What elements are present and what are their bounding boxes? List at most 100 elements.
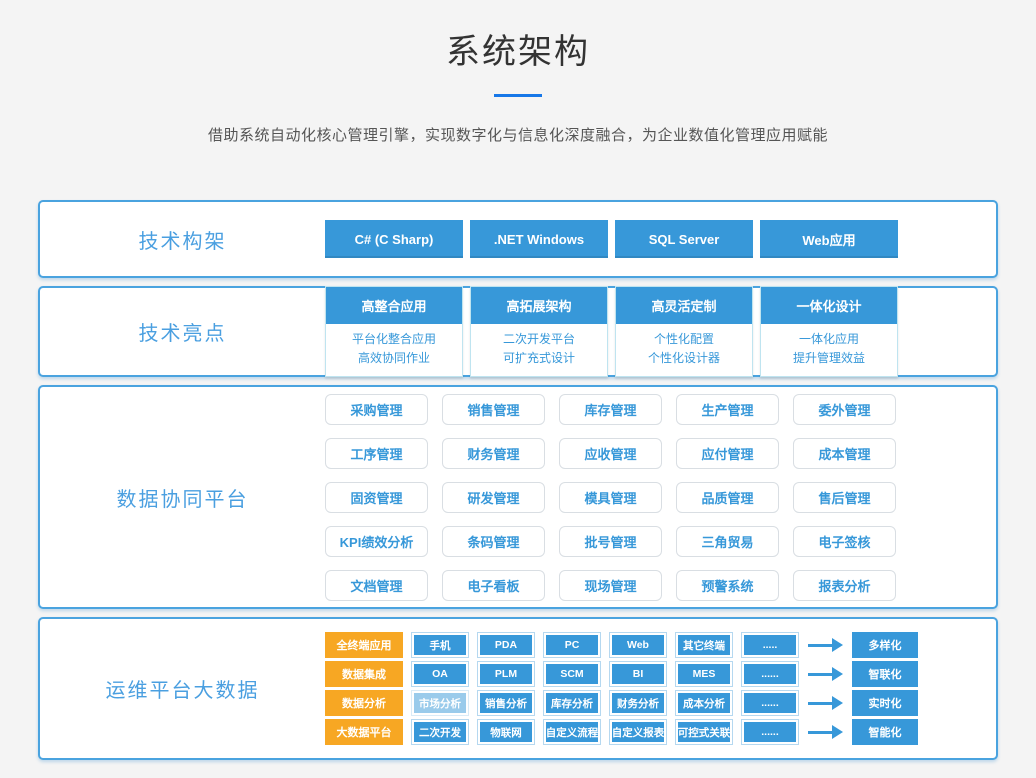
highlight-card-title: 高整合应用: [326, 287, 462, 324]
flow-node-label: PC: [546, 635, 598, 655]
flow-node: 市场分析: [411, 690, 469, 716]
highlight-card: 高拓展架构 二次开发平台 可扩充式设计: [470, 286, 608, 377]
module-button[interactable]: 应付管理: [676, 438, 779, 469]
module-button[interactable]: 委外管理: [793, 394, 896, 425]
flow-node: 财务分析: [609, 690, 667, 716]
tech-stack-buttons: C# (C Sharp) .NET Windows SQL Server Web…: [325, 220, 898, 258]
flow-row-platform: 大数据平台 二次开发 物联网 自定义流程 自定义报表 可控式关联 ...... …: [325, 719, 918, 745]
flow-node: 物联网: [477, 719, 535, 745]
flow-node-label: PLM: [480, 664, 532, 684]
grid-row: 采购管理 销售管理 库存管理 生产管理 委外管理: [325, 394, 896, 425]
section-label-highlights: 技术亮点: [40, 317, 325, 346]
flow-node: SCM: [543, 661, 601, 687]
bigdata-flow: 全终端应用 手机 PDA PC Web 其它终端 ..... 多样化 数据集成 …: [325, 632, 918, 745]
flow-node-label: 市场分析: [414, 693, 466, 713]
page-header: 系统架构 借助系统自动化核心管理引擎，实现数字化与信息化深度融合，为企业数值化管…: [0, 0, 1036, 145]
module-button[interactable]: 研发管理: [442, 482, 545, 513]
flow-node: 成本分析: [675, 690, 733, 716]
flow-row-integration: 数据集成 OA PLM SCM BI MES ...... 智联化: [325, 661, 918, 687]
flow-node-label: 自定义报表: [612, 722, 664, 742]
flow-node: ......: [741, 719, 799, 745]
section-bigdata: 运维平台大数据 全终端应用 手机 PDA PC Web 其它终端 ..... 多…: [38, 617, 998, 760]
highlight-line: 个性化配置: [618, 330, 750, 349]
flow-node: OA: [411, 661, 469, 687]
highlight-line: 二次开发平台: [473, 330, 605, 349]
highlight-card-body: 二次开发平台 可扩充式设计: [471, 324, 607, 376]
flow-row-analysis: 数据分析 市场分析 销售分析 库存分析 财务分析 成本分析 ...... 实时化: [325, 690, 918, 716]
section-label-platform: 数据协同平台: [40, 483, 325, 512]
module-button[interactable]: 电子看板: [442, 570, 545, 601]
flow-node: 二次开发: [411, 719, 469, 745]
module-button[interactable]: 成本管理: [793, 438, 896, 469]
grid-row: KPI绩效分析 条码管理 批号管理 三角贸易 电子签核: [325, 526, 896, 557]
highlight-card-body: 平台化整合应用 高效协同作业: [326, 324, 462, 376]
flow-node-label: 库存分析: [546, 693, 598, 713]
highlight-card-title: 一体化设计: [761, 287, 897, 324]
module-button[interactable]: 采购管理: [325, 394, 428, 425]
module-button[interactable]: 条码管理: [442, 526, 545, 557]
flow-result: 智能化: [852, 719, 918, 745]
flow-node-label: 物联网: [480, 722, 532, 742]
tech-button-csharp[interactable]: C# (C Sharp): [325, 220, 463, 258]
module-grid: 采购管理 销售管理 库存管理 生产管理 委外管理 工序管理 财务管理 应收管理 …: [325, 394, 896, 601]
module-button[interactable]: 预警系统: [676, 570, 779, 601]
flow-node: 其它终端: [675, 632, 733, 658]
tech-button-sqlserver[interactable]: SQL Server: [615, 220, 753, 258]
module-button[interactable]: 批号管理: [559, 526, 662, 557]
flow-node: BI: [609, 661, 667, 687]
section-platform: 数据协同平台 采购管理 销售管理 库存管理 生产管理 委外管理 工序管理 财务管…: [38, 385, 998, 609]
flow-node: 自定义流程: [543, 719, 601, 745]
category-label: 大数据平台: [325, 719, 403, 745]
module-button[interactable]: 财务管理: [442, 438, 545, 469]
flow-result: 智联化: [852, 661, 918, 687]
flow-node: 手机: [411, 632, 469, 658]
module-button[interactable]: 固资管理: [325, 482, 428, 513]
highlight-line: 高效协同作业: [328, 349, 460, 368]
tech-button-dotnet[interactable]: .NET Windows: [470, 220, 608, 258]
flow-node-label: Web: [612, 635, 664, 655]
flow-node-label: OA: [414, 664, 466, 684]
section-label-tech-stack: 技术构架: [40, 225, 325, 254]
grid-row: 工序管理 财务管理 应收管理 应付管理 成本管理: [325, 438, 896, 469]
flow-node: 自定义报表: [609, 719, 667, 745]
module-button[interactable]: 售后管理: [793, 482, 896, 513]
module-button[interactable]: 文档管理: [325, 570, 428, 601]
category-label: 全终端应用: [325, 632, 403, 658]
module-button[interactable]: 销售管理: [442, 394, 545, 425]
flow-node-label: 可控式关联: [678, 722, 730, 742]
module-button[interactable]: KPI绩效分析: [325, 526, 428, 557]
module-button[interactable]: 生产管理: [676, 394, 779, 425]
tech-button-web[interactable]: Web应用: [760, 220, 898, 258]
module-button[interactable]: 电子签核: [793, 526, 896, 557]
flow-node: 库存分析: [543, 690, 601, 716]
flow-node: MES: [675, 661, 733, 687]
module-button[interactable]: 库存管理: [559, 394, 662, 425]
flow-node: PLM: [477, 661, 535, 687]
highlight-line: 可扩充式设计: [473, 349, 605, 368]
flow-node: PDA: [477, 632, 535, 658]
module-button[interactable]: 现场管理: [559, 570, 662, 601]
module-button[interactable]: 品质管理: [676, 482, 779, 513]
flow-node: ......: [741, 661, 799, 687]
flow-node-label: MES: [678, 664, 730, 684]
highlight-card-title: 高拓展架构: [471, 287, 607, 324]
module-button[interactable]: 应收管理: [559, 438, 662, 469]
section-tech-stack: 技术构架 C# (C Sharp) .NET Windows SQL Serve…: [38, 200, 998, 278]
module-button[interactable]: 报表分析: [793, 570, 896, 601]
arrow-right-icon: [808, 725, 843, 739]
flow-node: Web: [609, 632, 667, 658]
flow-node-label: .....: [744, 635, 796, 655]
section-highlights: 技术亮点 高整合应用 平台化整合应用 高效协同作业 高拓展架构 二次开发平台 可…: [38, 286, 998, 377]
highlight-card: 高灵活定制 个性化配置 个性化设计器: [615, 286, 753, 377]
flow-node-label: 手机: [414, 635, 466, 655]
flow-node-label: ......: [744, 693, 796, 713]
flow-node-label: PDA: [480, 635, 532, 655]
arrow-right-icon: [808, 638, 843, 652]
module-button[interactable]: 模具管理: [559, 482, 662, 513]
module-button[interactable]: 工序管理: [325, 438, 428, 469]
flow-node: .....: [741, 632, 799, 658]
module-button[interactable]: 三角贸易: [676, 526, 779, 557]
highlight-card-title: 高灵活定制: [616, 287, 752, 324]
page-title: 系统架构: [0, 24, 1036, 73]
flow-node-label: BI: [612, 664, 664, 684]
